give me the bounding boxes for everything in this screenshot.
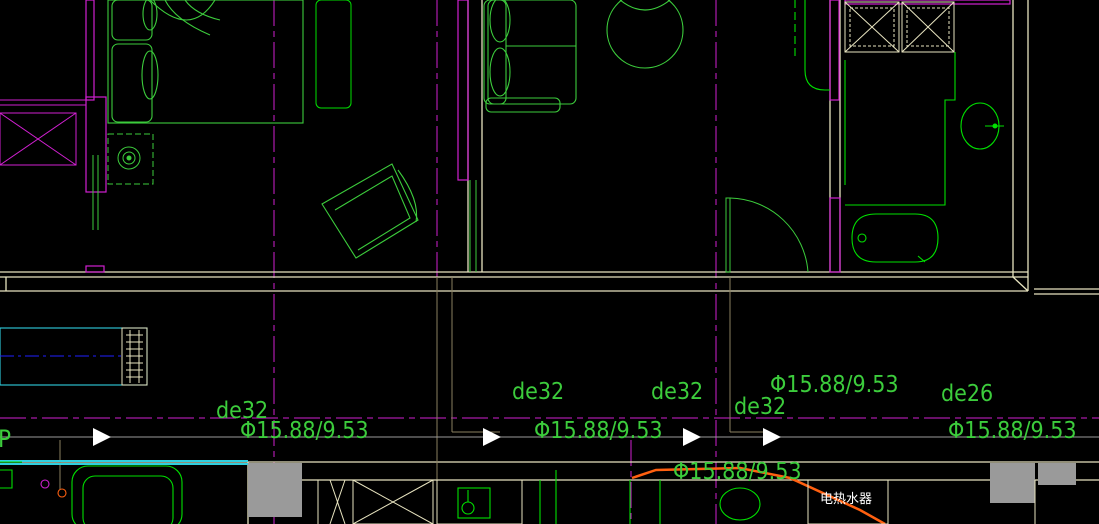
bedside-cabinet bbox=[315, 0, 352, 109]
pipe-label-de32-c: de32 bbox=[651, 379, 703, 405]
wardrobe bbox=[0, 99, 86, 166]
wash-basin-icon bbox=[960, 102, 1004, 150]
bathtub-icon bbox=[851, 213, 939, 263]
walls bbox=[0, 0, 1099, 524]
pipe-label-de26: de26 bbox=[941, 381, 993, 407]
armchair-icon bbox=[321, 163, 419, 259]
pipe-label-de32-b: de32 bbox=[512, 379, 564, 405]
fan-coil-unit bbox=[0, 327, 148, 386]
pipe-label-phi-e: Φ15.88/9.53 bbox=[948, 418, 1077, 444]
round-table-icon bbox=[606, 0, 684, 69]
pipe-label-p: P bbox=[0, 425, 11, 453]
bottom-green-fixtures bbox=[0, 461, 761, 524]
water-heater-label: 电热水器 bbox=[820, 492, 872, 507]
sofa bbox=[483, 0, 577, 113]
floor-drain-icon bbox=[107, 133, 154, 185]
bottom-fixtures bbox=[317, 479, 1036, 524]
pipe-label-phi-c: Φ15.88/9.53 bbox=[770, 372, 899, 398]
pipe-label-phi-a: Φ15.88/9.53 bbox=[240, 418, 369, 444]
cad-viewport[interactable]: P de32 Φ15.88/9.53 de32 Φ15.88/9.53 de32… bbox=[0, 0, 1099, 524]
pipe-label-phi-b: Φ15.88/9.53 bbox=[534, 418, 663, 444]
door-frame-middle bbox=[469, 180, 477, 272]
partitions bbox=[85, 0, 1011, 273]
pipe-label-phi-d: Φ15.88/9.53 bbox=[673, 459, 802, 485]
shower-panels bbox=[844, 1, 955, 53]
bathroom-fixtures bbox=[794, 0, 956, 206]
axis-lines bbox=[0, 0, 1099, 524]
door-swing bbox=[725, 197, 809, 273]
floor-plan-drawing: P de32 Φ15.88/9.53 de32 Φ15.88/9.53 de32… bbox=[0, 0, 1099, 524]
